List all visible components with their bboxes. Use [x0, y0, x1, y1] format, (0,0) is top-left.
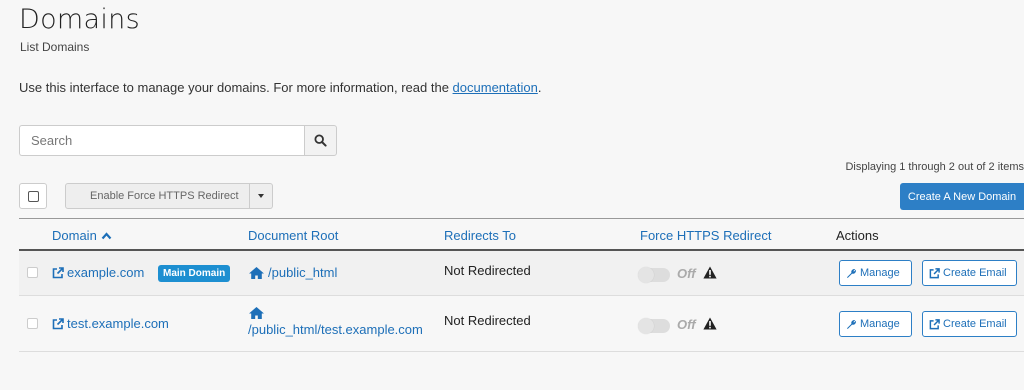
- create-email-button[interactable]: Create Email: [922, 260, 1017, 286]
- wrench-icon: [847, 268, 856, 278]
- column-header-domain[interactable]: Domain: [52, 228, 112, 243]
- external-link-icon: [929, 267, 940, 278]
- search-input[interactable]: [19, 125, 304, 156]
- domains-table: Domain Document Root Redirects To Force …: [19, 218, 1024, 352]
- document-root-path: /public_html: [268, 265, 338, 280]
- bulk-action-dropdown[interactable]: [249, 183, 273, 209]
- manage-label: Manage: [860, 267, 900, 279]
- row-checkbox[interactable]: [27, 318, 38, 329]
- external-link-icon: [929, 318, 940, 329]
- domain-name: example.com: [67, 265, 145, 280]
- force-https-status: Off: [677, 317, 696, 332]
- chevron-up-icon: [101, 231, 112, 239]
- manage-button[interactable]: Manage: [839, 260, 912, 286]
- column-header-document-root[interactable]: Document Root: [248, 228, 338, 243]
- enable-force-https-button[interactable]: Enable Force HTTPS Redirect: [65, 183, 250, 209]
- document-root-path: /public_html/test.example.com: [248, 322, 423, 337]
- table-row: test.example.com /public_html/test.examp…: [19, 296, 1024, 352]
- create-domain-button[interactable]: Create A New Domain: [900, 183, 1024, 210]
- column-header-actions: Actions: [836, 228, 879, 243]
- toggle-knob: [638, 318, 654, 334]
- external-link-icon: [52, 317, 64, 329]
- pagination-info: Displaying 1 through 2 out of 2 items: [845, 161, 1024, 173]
- manage-button[interactable]: Manage: [839, 311, 912, 337]
- home-icon: [249, 307, 264, 319]
- caret-down-icon: [257, 194, 264, 198]
- page-subtitle: List Domains: [20, 40, 90, 54]
- page-title: Domains: [19, 4, 140, 35]
- external-link-icon: [52, 266, 64, 278]
- force-https-toggle[interactable]: [638, 267, 670, 283]
- warning-icon[interactable]: [703, 266, 717, 279]
- column-header-domain-label: Domain: [52, 228, 97, 243]
- warning-icon[interactable]: [703, 317, 717, 330]
- home-icon: [249, 266, 264, 279]
- search-button[interactable]: [304, 125, 337, 156]
- create-email-label: Create Email: [943, 267, 1007, 279]
- domain-link[interactable]: test.example.com: [52, 316, 169, 331]
- redirect-status: Not Redirected: [444, 263, 531, 278]
- wrench-icon: [847, 319, 856, 329]
- document-root-link[interactable]: /public_html: [248, 265, 337, 280]
- checkbox-box: [27, 190, 39, 202]
- documentation-link[interactable]: documentation: [453, 80, 538, 95]
- domain-link[interactable]: example.com: [52, 265, 144, 280]
- toggle-knob: [638, 267, 654, 283]
- intro-text-body: Use this interface to manage your domain…: [19, 80, 453, 95]
- select-all-checkbox[interactable]: [19, 183, 47, 209]
- domain-name: test.example.com: [67, 316, 169, 331]
- create-email-button[interactable]: Create Email: [922, 311, 1017, 337]
- table-header: Domain Document Root Redirects To Force …: [19, 218, 1024, 251]
- force-https-toggle[interactable]: [638, 318, 670, 334]
- bulk-action-group: Enable Force HTTPS Redirect: [65, 183, 273, 209]
- search-bar: [19, 125, 337, 156]
- intro-text: Use this interface to manage your domain…: [19, 80, 541, 95]
- intro-text-end: .: [537, 80, 542, 95]
- create-email-label: Create Email: [943, 318, 1007, 330]
- main-domain-badge: Main Domain: [158, 265, 231, 282]
- row-checkbox[interactable]: [27, 267, 38, 278]
- force-https-status: Off: [677, 266, 696, 281]
- document-root-link[interactable]: /public_html/test.example.com: [248, 306, 423, 337]
- table-row: example.com Main Domain /public_html Not…: [19, 251, 1024, 296]
- column-header-force-https[interactable]: Force HTTPS Redirect: [640, 228, 771, 243]
- manage-label: Manage: [860, 318, 900, 330]
- search-icon: [314, 134, 327, 147]
- redirect-status: Not Redirected: [444, 313, 531, 328]
- column-header-redirects-to[interactable]: Redirects To: [444, 228, 516, 243]
